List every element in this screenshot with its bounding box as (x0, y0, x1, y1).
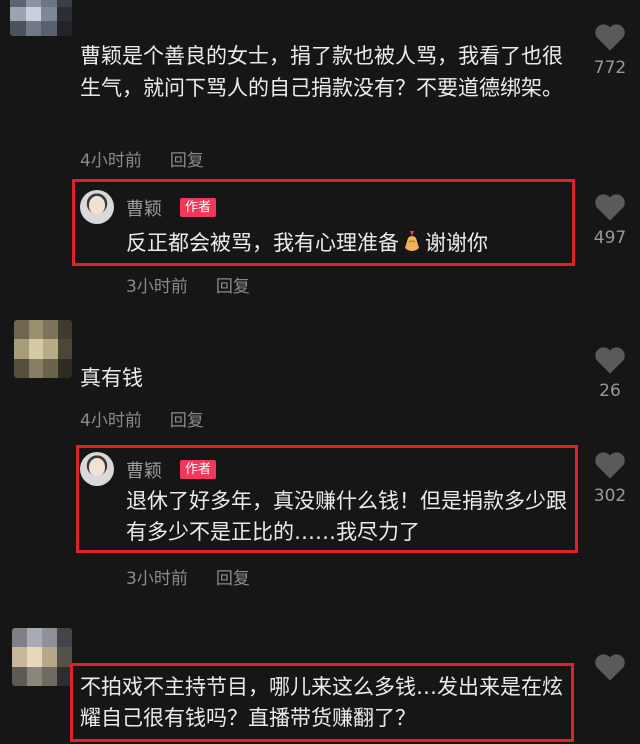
reply-button[interactable]: 回复 (216, 272, 250, 297)
like-count: 26 (599, 381, 621, 401)
comment-meta: 4小时前 回复 (80, 406, 204, 431)
author-badge: 作者 (180, 198, 217, 217)
author-reply-text: 反正都会被骂，我有心理准备 谢谢你 (126, 228, 566, 259)
reply-meta: 3小时前 回复 (126, 272, 250, 297)
comment-text: 曹颖是个善良的女士，捐了款也被人骂，我看了也很生气，就问下骂人的自己捐款没有？不… (80, 44, 563, 100)
like-button[interactable]: 772 (590, 22, 630, 78)
like-button[interactable]: 302 (590, 450, 630, 506)
comment-text: 真有钱 (80, 366, 143, 390)
author-avatar[interactable] (80, 190, 114, 224)
medal-icon (405, 231, 419, 251)
heart-icon (595, 194, 625, 221)
reply-time: 3小时前 (126, 569, 188, 589)
reply-time: 3小时前 (126, 277, 188, 297)
like-button[interactable]: 497 (590, 192, 630, 248)
reply-text-after: 谢谢你 (425, 231, 488, 255)
author-name[interactable]: 曹颖 (126, 195, 162, 221)
comment-meta: 4小时前 回复 (80, 146, 204, 171)
comment-text: 不拍戏不主持节目，哪儿来这么多钱…发出来是在炫耀自己很有钱吗？直播带货赚翻了？ (80, 675, 563, 730)
heart-icon (595, 452, 625, 479)
like-count: 497 (593, 228, 627, 248)
reply-meta: 3小时前 回复 (126, 564, 250, 589)
reply-button[interactable]: 回复 (216, 564, 250, 589)
like-button[interactable]: 26 (590, 345, 630, 401)
comment-list: 曹颖是个善良的女士，捐了款也被人骂，我看了也很生气，就问下骂人的自己捐款没有？不… (0, 0, 640, 744)
author-name[interactable]: 曹颖 (126, 457, 162, 483)
author-avatar[interactable] (80, 452, 114, 486)
comment-time: 4小时前 (80, 411, 142, 431)
like-count: 772 (593, 58, 627, 78)
reply-button[interactable]: 回复 (170, 146, 204, 171)
user-avatar-blurred[interactable] (12, 628, 72, 686)
like-count: 302 (593, 486, 627, 506)
heart-icon (595, 654, 625, 681)
heart-icon (595, 347, 625, 374)
user-avatar-blurred[interactable] (10, 0, 72, 36)
author-reply-text: 退休了好多年，真没赚什么钱！但是捐款多少跟有多少不是正比的……我尽力了 (126, 489, 567, 544)
reply-text-before: 反正都会被骂，我有心理准备 (126, 231, 399, 255)
heart-icon (595, 24, 625, 51)
like-button[interactable] (590, 652, 630, 682)
user-avatar-blurred[interactable] (14, 320, 72, 378)
author-badge: 作者 (180, 460, 217, 479)
reply-button[interactable]: 回复 (170, 406, 204, 431)
comment-time: 4小时前 (80, 151, 142, 171)
